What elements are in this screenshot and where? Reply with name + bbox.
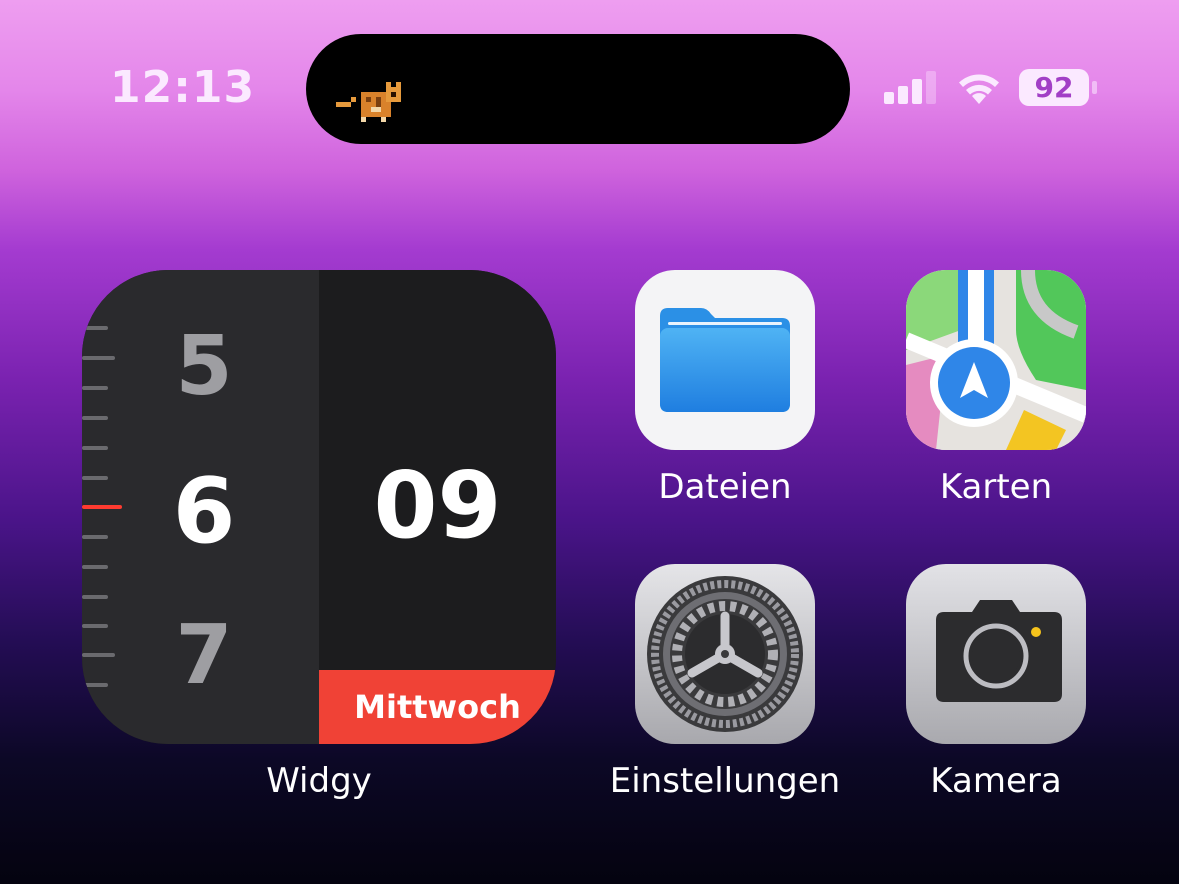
app-dateien[interactable] — [635, 270, 815, 450]
status-time: 12:13 — [110, 62, 256, 113]
app-einstellungen[interactable] — [635, 564, 815, 744]
app-label-karten: Karten — [939, 467, 1053, 507]
wifi-icon — [959, 74, 999, 104]
app-label-dateien: Dateien — [658, 467, 792, 507]
app-kamera[interactable] — [906, 564, 1086, 744]
app-label-einstellungen: Einstellungen — [609, 761, 841, 801]
battery-level: 92 — [1034, 71, 1074, 104]
cellular-signal-icon — [884, 71, 936, 104]
weekday-label: Mittwoch — [354, 688, 521, 726]
hour-next: 7 — [175, 608, 233, 703]
pixel-cat-icon — [336, 82, 401, 122]
widgy-clock-widget[interactable]: 5 6 7 09 Mittwoch — [82, 270, 556, 744]
app-label-kamera: Kamera — [930, 761, 1062, 801]
files-folder-icon — [660, 308, 790, 412]
settings-gear-icon — [647, 576, 803, 732]
widget-label: Widgy — [266, 761, 372, 801]
maps-icon — [906, 270, 1086, 450]
minutes: 09 — [373, 452, 502, 559]
dynamic-island[interactable] — [306, 34, 850, 144]
app-karten[interactable] — [906, 270, 1086, 450]
weekday-bar: Mittwoch — [319, 670, 556, 744]
current-time-marker — [82, 505, 122, 509]
camera-icon — [936, 600, 1062, 702]
hour-previous: 5 — [175, 319, 233, 414]
hour-current: 6 — [172, 459, 236, 564]
